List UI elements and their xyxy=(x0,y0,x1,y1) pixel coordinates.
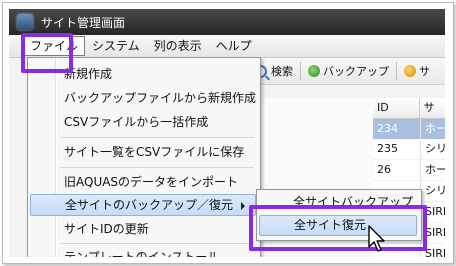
menu-item-new-from-backup[interactable]: バックアップファイルから新規作成 xyxy=(30,87,256,109)
menu-item-install-template[interactable]: テンプレートのインストール xyxy=(30,246,256,257)
site-icon xyxy=(404,65,416,77)
submenu-arrow-icon xyxy=(241,202,245,210)
file-menu-dropdown: 新規作成 バックアップファイルから新規作成 CSVファイルから一括作成 サイト一… xyxy=(27,57,261,257)
menu-separator xyxy=(60,137,254,138)
menu-separator xyxy=(60,243,254,244)
search-button-label: 検索 xyxy=(271,65,293,78)
partial-button-label: サ xyxy=(419,65,430,78)
app-icon xyxy=(17,14,33,30)
cell-id: 235 xyxy=(373,139,421,159)
window-title: サイト管理画面 xyxy=(41,15,126,30)
table-row[interactable]: 26 ホー xyxy=(373,160,445,181)
menu-item-bulk-create-csv[interactable]: CSVファイルから一括作成 xyxy=(30,111,256,133)
partial-toolbar-button[interactable]: サ xyxy=(399,60,435,82)
highlight-outline-restore xyxy=(249,205,427,251)
table-row[interactable]: 234 ホー xyxy=(373,119,445,139)
toolbar-separator xyxy=(300,62,301,80)
title-bar: サイト管理画面 xyxy=(9,9,445,35)
column-header-site[interactable]: サイ xyxy=(420,98,445,134)
menu-columns[interactable]: 列の表示 xyxy=(147,36,209,56)
menu-system[interactable]: システム xyxy=(85,36,147,56)
menu-bar: ファイル システム 列の表示 ヘルプ xyxy=(9,35,445,58)
toolbar-separator xyxy=(396,62,397,80)
menu-separator xyxy=(60,167,254,168)
menu-item-update-site-id[interactable]: サイトIDの更新 xyxy=(30,218,256,240)
menu-item-backup-restore-all-label: 全サイトのバックアップ／復元 xyxy=(65,198,234,212)
cell-site: ホー xyxy=(425,163,445,176)
menu-help[interactable]: ヘルプ xyxy=(209,36,259,56)
grid-header: ID サイ xyxy=(373,98,445,134)
column-header-id[interactable]: ID xyxy=(373,98,420,118)
cell-site: シリ xyxy=(425,184,445,197)
screenshot-frame: サイト管理画面 ファイル システム 列の表示 ヘルプ 検索 バックアップ サ I… xyxy=(2,2,454,264)
menu-item-save-csv[interactable]: サイト一覧をCSVファイルに保存 xyxy=(30,141,256,163)
cell-site: ホー xyxy=(425,122,445,135)
menu-item-import-aquas[interactable]: 旧AQUASのデータをインポート xyxy=(30,171,256,193)
highlight-outline-file-menu xyxy=(21,33,73,73)
backup-icon xyxy=(308,65,320,77)
backup-button[interactable]: バックアップ xyxy=(303,60,394,82)
app-window: サイト管理画面 ファイル システム 列の表示 ヘルプ 検索 バックアップ サ I… xyxy=(9,9,445,257)
cell-id: 234 xyxy=(373,119,421,139)
backup-button-label: バックアップ xyxy=(323,65,389,78)
cell-site: シリ xyxy=(425,142,445,155)
mouse-pointer-icon xyxy=(368,225,385,252)
cell-id: 26 xyxy=(373,160,421,180)
table-row[interactable]: 235 シリ xyxy=(373,139,445,160)
toolbar: 検索 バックアップ サ xyxy=(249,58,445,85)
menu-item-backup-restore-all[interactable]: 全サイトのバックアップ／復元 xyxy=(30,194,256,216)
